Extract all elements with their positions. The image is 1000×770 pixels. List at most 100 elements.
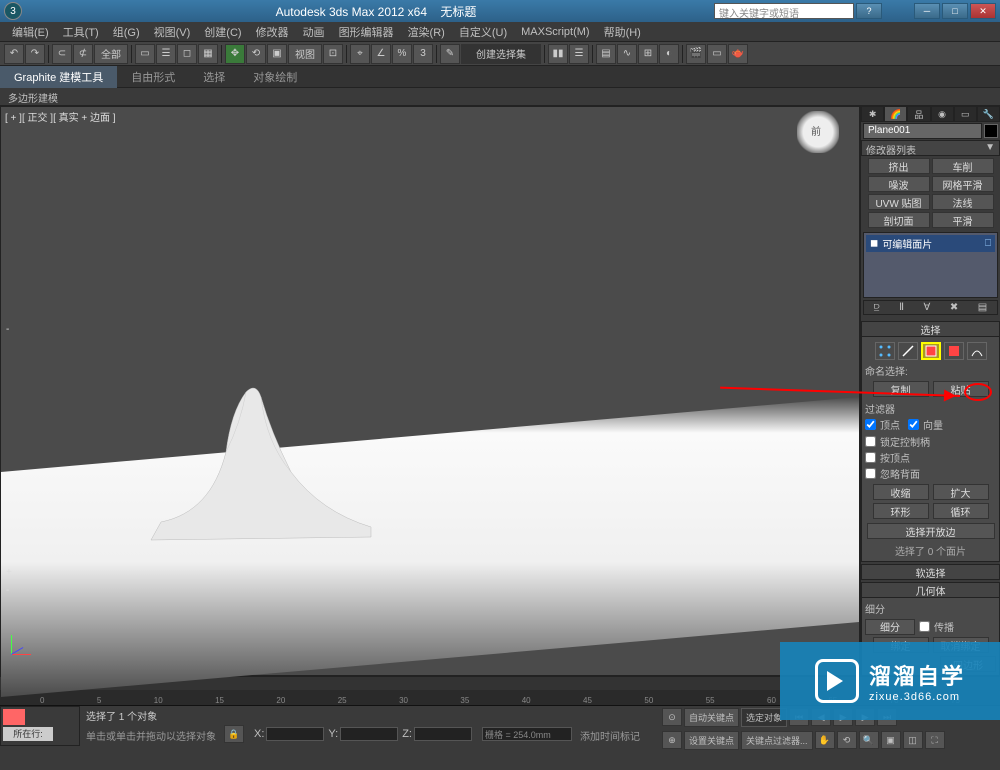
tab-utilities[interactable]: 🔧: [977, 106, 1000, 122]
pivot-button[interactable]: ⊡: [323, 44, 343, 64]
paste-sel-button[interactable]: 粘贴: [933, 381, 989, 397]
menu-tools[interactable]: 工具(T): [57, 22, 105, 42]
nav-maximize-icon[interactable]: ⛶: [925, 731, 945, 749]
z-coord-input[interactable]: [414, 727, 472, 741]
menu-group[interactable]: 组(G): [107, 22, 146, 42]
y-coord-input[interactable]: [340, 727, 398, 741]
rollout-geometry-header[interactable]: -几何体: [861, 582, 1000, 598]
material-editor-button[interactable]: ◐: [659, 44, 679, 64]
subobj-vertex[interactable]: [875, 342, 895, 360]
btn-uvwmap[interactable]: UVW 贴图: [868, 194, 930, 210]
x-coord-input[interactable]: [266, 727, 324, 741]
filter-vertex-check[interactable]: 顶点: [865, 417, 900, 432]
subobj-patch[interactable]: [921, 342, 941, 360]
named-sel-dropdown[interactable]: 创建选择集: [461, 44, 541, 64]
close-button[interactable]: ✕: [970, 3, 996, 19]
propagate-check[interactable]: 传播: [919, 619, 954, 634]
ribbon-tab-freeform[interactable]: 自由形式: [117, 66, 189, 88]
modifier-stack[interactable]: ◼可编辑面片 ⎕: [863, 232, 998, 297]
btn-extrude[interactable]: 挤出: [868, 158, 930, 174]
undo-button[interactable]: ↶: [4, 44, 24, 64]
menu-edit[interactable]: 编辑(E): [6, 22, 55, 42]
btn-smooth[interactable]: 平滑: [932, 212, 994, 228]
lock-handles-check[interactable]: 锁定控制柄: [865, 434, 996, 449]
viewport[interactable]: [ + ][ 正交 ][ 真实 + 边面 ]: [0, 106, 860, 676]
percent-snap[interactable]: %: [392, 44, 412, 64]
menu-view[interactable]: 视图(V): [148, 22, 197, 42]
subobj-edge[interactable]: [898, 342, 918, 360]
tab-hierarchy[interactable]: 品: [907, 106, 930, 122]
window-crossing-button[interactable]: ▦: [198, 44, 218, 64]
grow-sel-button[interactable]: 扩大: [933, 484, 989, 500]
named-sel-edit[interactable]: ✎: [440, 44, 460, 64]
by-vertex-check[interactable]: 按顶点: [865, 450, 996, 465]
configure-icon[interactable]: ▤: [978, 302, 987, 313]
select-name-button[interactable]: ☰: [156, 44, 176, 64]
ribbon-panel-label[interactable]: 多边形建模: [0, 88, 1000, 106]
ribbon-tab-select[interactable]: 选择: [189, 66, 239, 88]
btn-noise[interactable]: 噪波: [868, 176, 930, 192]
menu-maxscript[interactable]: MAXScript(M): [515, 24, 595, 40]
menu-render[interactable]: 渲染(R): [402, 22, 451, 42]
btn-normal[interactable]: 法线: [932, 194, 994, 210]
help-button[interactable]: ?: [856, 3, 882, 19]
keymode-icon[interactable]: ⊙: [662, 708, 682, 726]
autokey-button[interactable]: 自动关键点: [684, 708, 739, 727]
menu-grapheditor[interactable]: 图形编辑器: [333, 22, 400, 42]
script-rec-indicator[interactable]: [3, 709, 25, 725]
remove-mod-icon[interactable]: ✖: [950, 302, 958, 313]
render-frame-button[interactable]: ▭: [707, 44, 727, 64]
copy-sel-button[interactable]: 复制: [873, 381, 929, 397]
mirror-button[interactable]: ▮▮: [548, 44, 568, 64]
viewcube[interactable]: [797, 111, 839, 153]
menu-help[interactable]: 帮助(H): [598, 22, 647, 42]
unlink-button[interactable]: ⊄: [73, 44, 93, 64]
ref-coord-dropdown[interactable]: 视图: [288, 44, 322, 64]
subobj-handle[interactable]: [967, 342, 987, 360]
ribbon-tab-paint[interactable]: 对象绘制: [239, 66, 311, 88]
modifier-list-dropdown[interactable]: 修改器列表▼: [861, 140, 1000, 156]
nav-pan-icon[interactable]: ✋: [815, 731, 835, 749]
add-timemark-label[interactable]: 添加时间标记: [580, 728, 640, 743]
app-logo[interactable]: 3: [4, 2, 22, 20]
nav-fov-icon[interactable]: ◫: [903, 731, 923, 749]
subobj-element[interactable]: [944, 342, 964, 360]
stack-item-editablepatch[interactable]: ◼可编辑面片 ⎕: [866, 235, 995, 252]
ring-sel-button[interactable]: 环形: [873, 503, 929, 519]
align-button[interactable]: ☰: [569, 44, 589, 64]
curve-editor-button[interactable]: ∿: [617, 44, 637, 64]
move-button[interactable]: ✥: [225, 44, 245, 64]
tab-create[interactable]: ✱: [861, 106, 884, 122]
scale-button[interactable]: ▣: [267, 44, 287, 64]
tab-display[interactable]: ▭: [954, 106, 977, 122]
redo-button[interactable]: ↷: [25, 44, 45, 64]
nav-zoomext-icon[interactable]: ▣: [881, 731, 901, 749]
angle-snap[interactable]: ∠: [371, 44, 391, 64]
menu-animation[interactable]: 动画: [297, 22, 331, 42]
pin-stack-icon[interactable]: ⫒: [874, 302, 880, 313]
menu-modifiers[interactable]: 修改器: [250, 22, 295, 42]
menu-customize[interactable]: 自定义(U): [453, 22, 513, 42]
ribbon-tab-graphite[interactable]: Graphite 建模工具: [0, 66, 117, 88]
lock-selection-icon[interactable]: 🔒: [224, 725, 244, 743]
nav-orbit-icon[interactable]: ⟲: [837, 731, 857, 749]
btn-meshsmooth[interactable]: 网格平滑: [932, 176, 994, 192]
maximize-button[interactable]: □: [942, 3, 968, 19]
tab-motion[interactable]: ◉: [931, 106, 954, 122]
layers-button[interactable]: ▤: [596, 44, 616, 64]
nav-zoom-icon[interactable]: 🔍: [859, 731, 879, 749]
setkey-icon[interactable]: ⊕: [662, 731, 682, 749]
selection-filter[interactable]: 全部: [94, 44, 128, 64]
rollout-selection-header[interactable]: -选择: [861, 321, 1000, 337]
subdivide-button[interactable]: 细分: [865, 619, 915, 635]
schematic-button[interactable]: ⊞: [638, 44, 658, 64]
minimize-button[interactable]: ─: [914, 3, 940, 19]
btn-slice[interactable]: 剖切面: [868, 212, 930, 228]
setkey-button[interactable]: 设置关键点: [684, 731, 739, 750]
filter-vector-check[interactable]: 向量: [908, 417, 943, 432]
menu-create[interactable]: 创建(C): [198, 22, 247, 42]
link-button[interactable]: ⊂: [52, 44, 72, 64]
shrink-sel-button[interactable]: 收缩: [873, 484, 929, 500]
viewport-label[interactable]: [ + ][ 正交 ][ 真实 + 边面 ]: [5, 109, 116, 124]
object-name-field[interactable]: Plane001: [863, 123, 982, 139]
